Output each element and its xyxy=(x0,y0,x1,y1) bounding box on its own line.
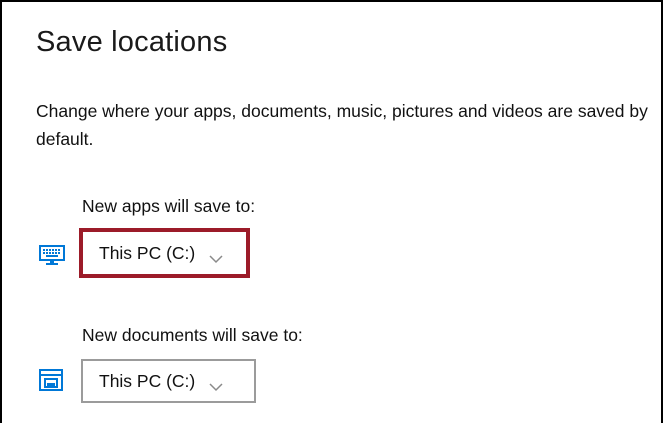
chevron-down-icon xyxy=(209,376,223,392)
new-apps-save-dropdown[interactable]: This PC (C:) xyxy=(83,232,246,274)
chevron-down-icon xyxy=(209,248,223,264)
settings-panel: Save locations Change where your apps, d… xyxy=(0,0,663,423)
monitor-icon xyxy=(38,241,66,269)
page-description: Change where your apps, documents, music… xyxy=(36,101,648,149)
dropdown-value: This PC (C:) xyxy=(99,370,196,391)
dropdown-value: This PC (C:) xyxy=(99,242,196,263)
new-documents-save-dropdown[interactable]: This PC (C:) xyxy=(81,359,256,403)
new-apps-label: New apps will save to: xyxy=(82,196,256,216)
new-documents-label: New documents will save to: xyxy=(82,325,303,345)
page-title: Save locations xyxy=(36,26,228,58)
documents-drive-icon xyxy=(37,366,65,394)
